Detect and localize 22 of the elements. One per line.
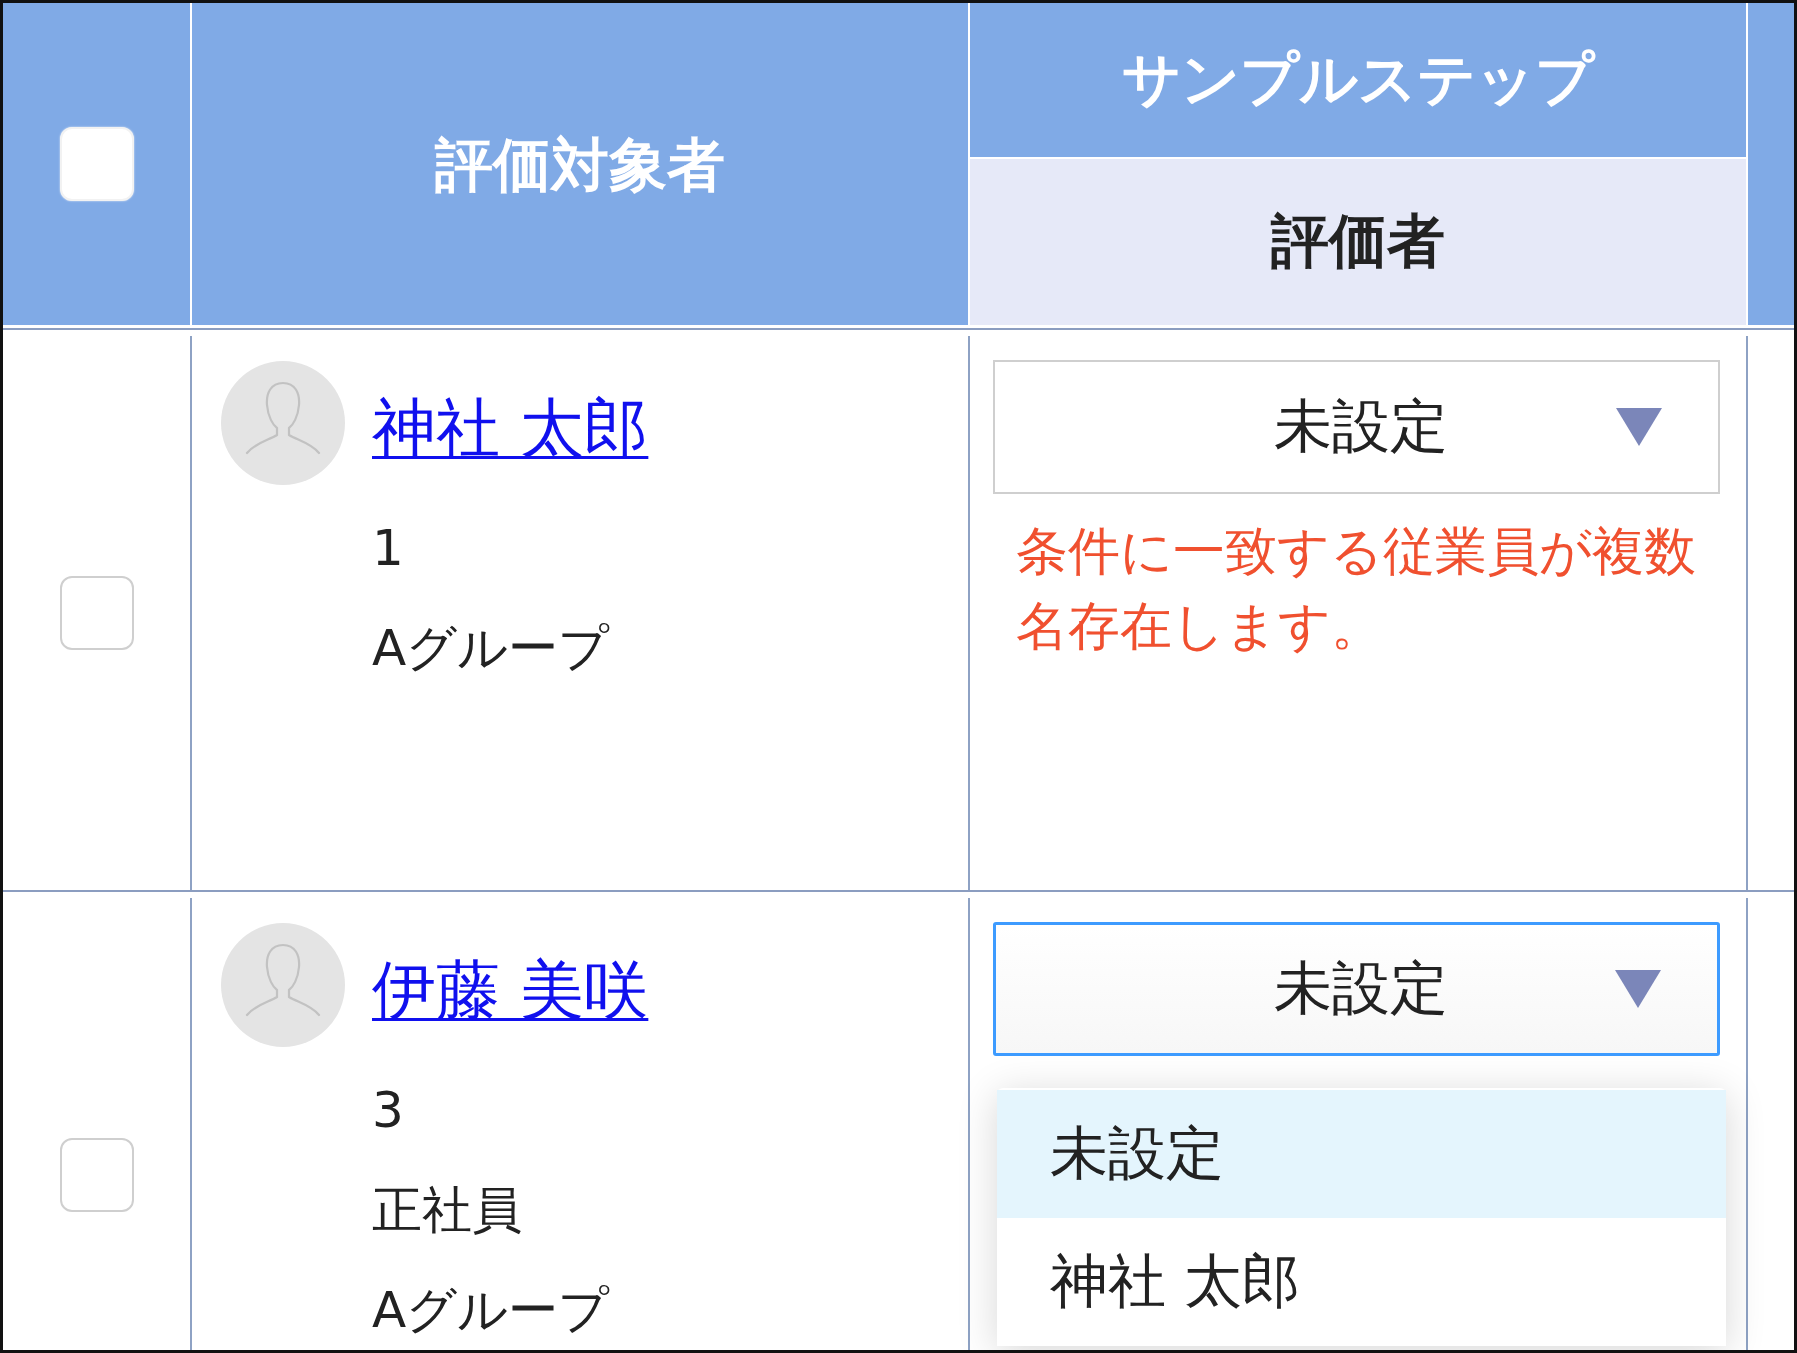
employee-detail: 1 (372, 518, 404, 579)
dropdown-option[interactable]: 未設定 (997, 1090, 1726, 1218)
evaluator-select[interactable]: 未設定 (993, 360, 1720, 494)
caret-down-icon (1616, 408, 1662, 446)
employee-detail: Aグループ (372, 618, 610, 679)
column-header: 評価対象者 (435, 130, 725, 201)
employee-detail: 3 (372, 1080, 404, 1141)
row-checkbox[interactable] (59, 576, 134, 650)
avatar-icon (221, 923, 345, 1047)
error-message: 条件に一致する従業員が複数名存在します。 (1016, 520, 1697, 658)
employee-name-link[interactable]: 伊藤 美咲 (372, 946, 649, 1034)
subcolumn-header: 評価者 (1271, 206, 1445, 277)
employee-detail: 正社員 (372, 1180, 522, 1241)
caret-down-icon (1615, 970, 1661, 1008)
row-checkbox[interactable] (59, 1138, 134, 1212)
avatar-icon (221, 361, 345, 485)
select-all-checkbox[interactable] (59, 127, 134, 201)
employee-detail: Aグループ (372, 1280, 610, 1341)
dropdown-option[interactable]: 神社 太郎 (997, 1218, 1726, 1346)
column-group-header: サンプルステップ (1122, 44, 1594, 115)
evaluator-select[interactable]: 未設定 (993, 922, 1720, 1056)
employee-name-link[interactable]: 神社 太郎 (372, 384, 649, 472)
